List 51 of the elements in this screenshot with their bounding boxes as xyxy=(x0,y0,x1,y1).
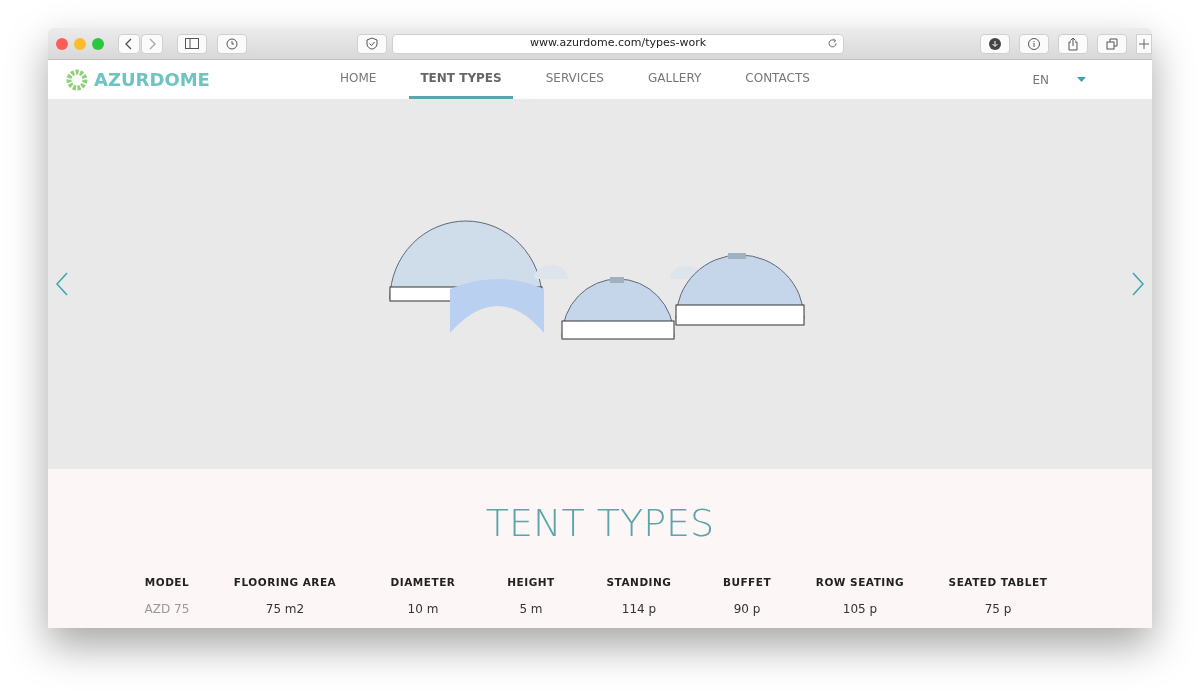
plus-icon xyxy=(1139,38,1149,49)
shield-button[interactable] xyxy=(357,33,387,54)
column-header: FLOORING AREA xyxy=(232,574,338,590)
table-cell-text: 90 p xyxy=(732,601,762,619)
tabs-icon xyxy=(1106,37,1118,50)
dropdown-caret-icon[interactable] xyxy=(1077,77,1086,82)
clock-icon xyxy=(226,37,238,50)
previous-arrow[interactable] xyxy=(56,271,68,297)
table-cell-text: 10 m xyxy=(406,601,440,619)
nav-tab[interactable]: HOME xyxy=(329,60,388,99)
table-cell-text: 5 m xyxy=(518,601,544,619)
sidebar-icon xyxy=(185,38,199,49)
info-icon xyxy=(1028,37,1040,50)
close-icon[interactable] xyxy=(56,37,68,50)
nav-tab[interactable]: CONTACTS xyxy=(734,60,821,99)
logo-icon xyxy=(66,68,88,91)
column-header: SEATED TABLET xyxy=(947,574,1049,590)
table-cell-text: AZD 75 xyxy=(143,601,191,619)
maximize-icon[interactable] xyxy=(92,37,104,50)
table-cell-text: 75 p xyxy=(983,601,1013,619)
column-header: BUFFET xyxy=(721,574,773,590)
next-arrow[interactable] xyxy=(1132,271,1144,297)
column-header: ROW SEATING xyxy=(814,574,906,590)
forward-icon xyxy=(148,37,156,50)
info-button[interactable] xyxy=(1019,33,1049,54)
share-button[interactable] xyxy=(1058,33,1088,54)
download-button[interactable] xyxy=(980,33,1010,54)
column-header: STANDING xyxy=(605,574,673,590)
back-icon xyxy=(125,37,133,50)
table-cell-text: 114 p xyxy=(620,601,658,619)
shield-icon xyxy=(366,37,378,50)
sidebar-button[interactable] xyxy=(177,33,207,54)
reload-icon[interactable] xyxy=(827,38,838,49)
back-button[interactable] xyxy=(118,33,140,54)
table-cell-text: 105 p xyxy=(841,601,879,619)
column-header: DIAMETER xyxy=(389,574,457,590)
nav-tab[interactable]: GALLERY xyxy=(636,60,713,99)
language-selector[interactable]: EN xyxy=(1032,70,1049,89)
column-header: MODEL xyxy=(143,574,191,590)
download-icon xyxy=(989,37,1001,50)
table-cell-text: 75 m2 xyxy=(264,601,306,619)
minimize-icon[interactable] xyxy=(74,37,86,50)
section-title: TENT TYPES xyxy=(484,501,716,547)
history-button[interactable] xyxy=(217,33,247,54)
share-icon xyxy=(1067,36,1079,51)
tabs-button[interactable] xyxy=(1097,33,1127,54)
address-bar[interactable]: www.azurdome.com/types-work xyxy=(392,33,844,54)
column-header: HEIGHT xyxy=(506,574,556,590)
new-tab-button[interactable] xyxy=(1136,33,1152,54)
nav-tab[interactable]: SERVICES xyxy=(534,60,615,99)
forward-button[interactable] xyxy=(141,33,163,54)
